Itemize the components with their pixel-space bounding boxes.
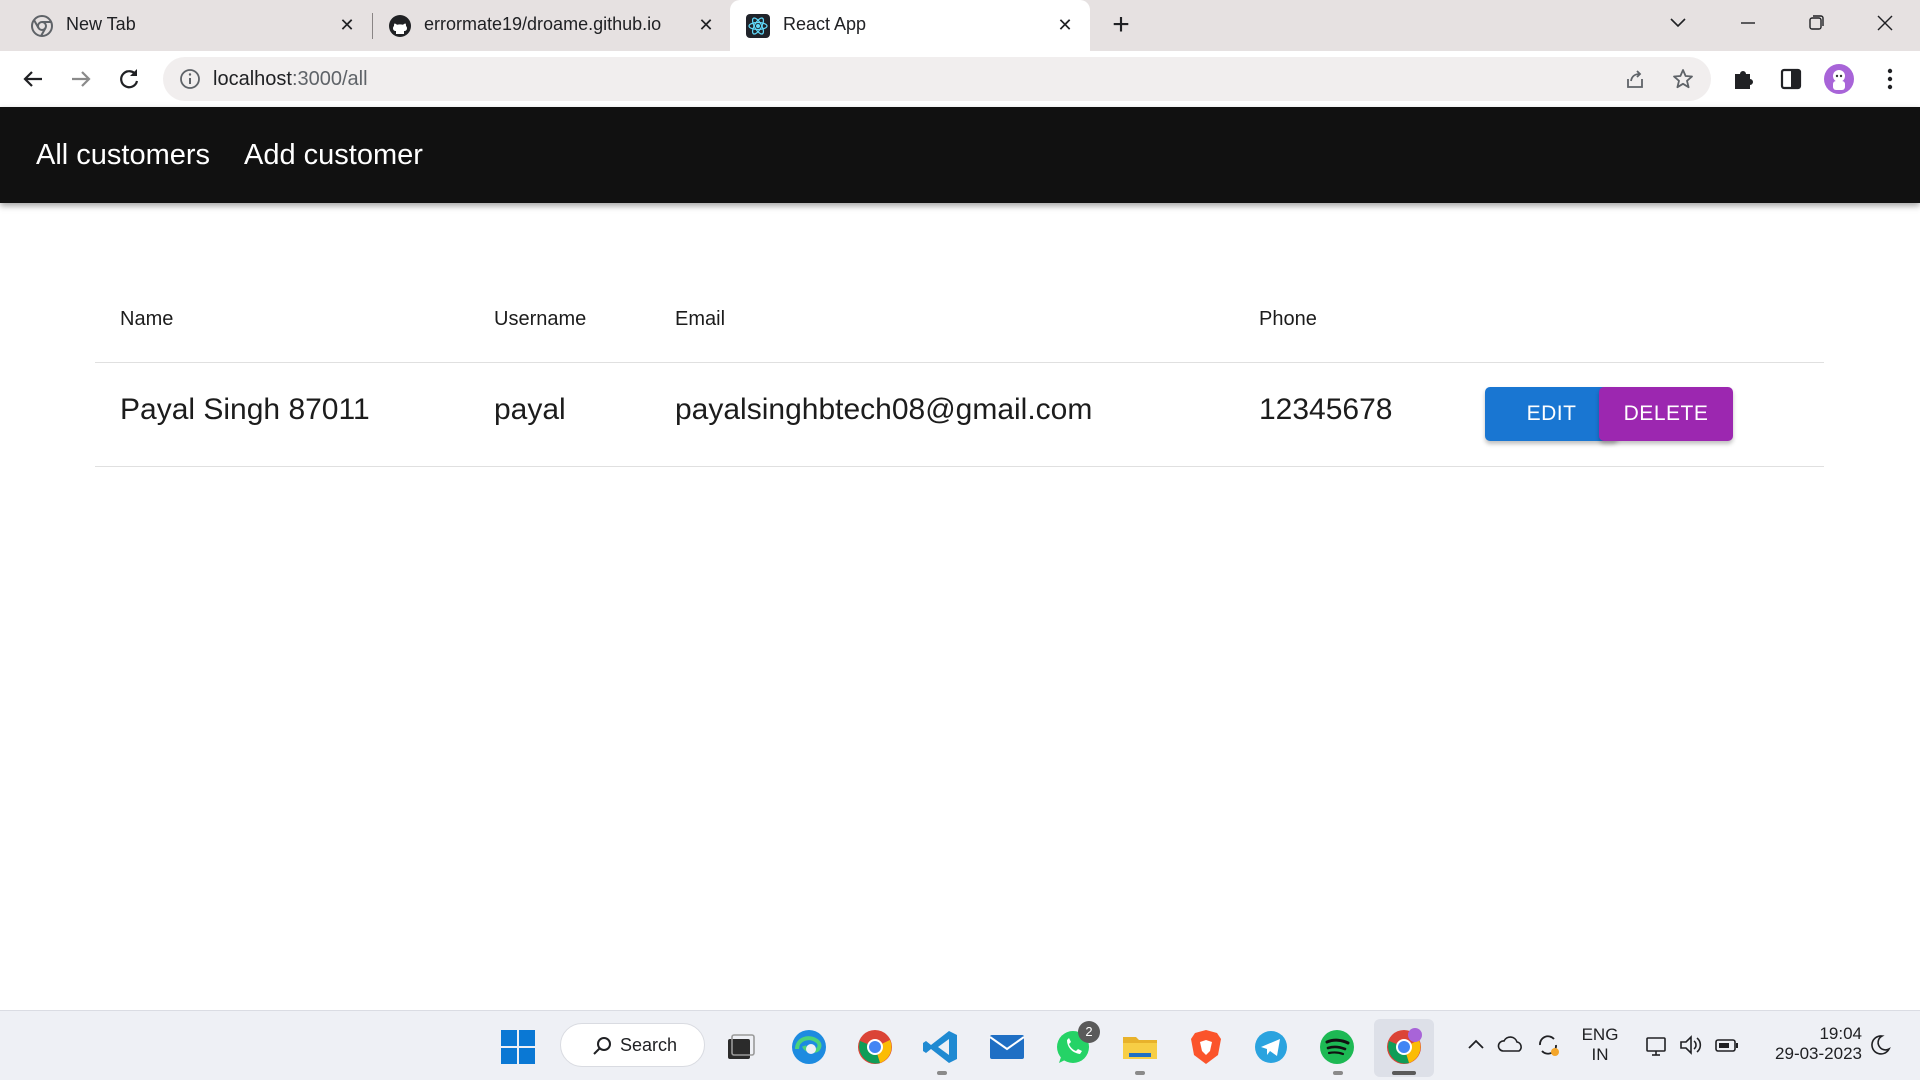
close-icon[interactable]: ✕ bbox=[1054, 14, 1076, 36]
clock[interactable]: 19:04 29-03-2023 bbox=[1752, 1024, 1862, 1064]
do-not-disturb-moon-icon[interactable] bbox=[1866, 1031, 1894, 1059]
share-icon[interactable] bbox=[1623, 67, 1647, 91]
battery-icon[interactable] bbox=[1713, 1031, 1741, 1059]
close-icon[interactable]: ✕ bbox=[695, 14, 717, 36]
network-icon[interactable] bbox=[1642, 1031, 1670, 1059]
nav-add-customer[interactable]: Add customer bbox=[244, 139, 423, 172]
address-bar[interactable]: localhost:3000/all bbox=[163, 57, 1711, 101]
spotify-icon[interactable] bbox=[1317, 1027, 1357, 1067]
forward-arrow-icon[interactable] bbox=[65, 63, 97, 95]
tab-title: React App bbox=[783, 14, 867, 34]
chrome-menu-icon[interactable] bbox=[1876, 65, 1904, 93]
windows-start-icon[interactable] bbox=[498, 1027, 538, 1067]
running-indicator bbox=[1333, 1071, 1343, 1075]
header-username: Username bbox=[494, 308, 587, 330]
url-text: localhost:3000/all bbox=[213, 68, 368, 91]
search-label: Search bbox=[620, 1035, 678, 1055]
region-code: IN bbox=[1591, 1045, 1609, 1064]
chrome-icon bbox=[31, 15, 53, 37]
reload-icon[interactable] bbox=[113, 63, 145, 95]
vscode-icon[interactable] bbox=[921, 1027, 961, 1067]
cell-email: payalsinghbtech08@gmail.com bbox=[675, 393, 1093, 426]
url-path: :3000/all bbox=[291, 68, 368, 90]
close-window-icon[interactable] bbox=[1867, 8, 1903, 38]
avatar-icon bbox=[1833, 70, 1845, 90]
minimize-icon[interactable] bbox=[1730, 8, 1766, 38]
clock-time: 19:04 bbox=[1819, 1024, 1862, 1043]
clock-date: 29-03-2023 bbox=[1775, 1044, 1862, 1063]
site-info-icon[interactable] bbox=[179, 68, 201, 90]
profile-avatar[interactable] bbox=[1824, 64, 1854, 94]
edge-icon[interactable] bbox=[789, 1027, 829, 1067]
tab-title: New Tab bbox=[66, 14, 136, 34]
tab-github[interactable]: errormate19/droame.github.io ✕ bbox=[380, 0, 730, 51]
windows-taskbar: Search 2 ENG IN 19:04 29-03-2023 bbox=[0, 1010, 1920, 1080]
table-divider bbox=[95, 362, 1824, 363]
header-name: Name bbox=[120, 308, 174, 330]
file-explorer-icon[interactable] bbox=[1120, 1027, 1160, 1067]
url-host: localhost bbox=[213, 68, 292, 90]
language-code: ENG bbox=[1581, 1025, 1619, 1044]
side-panel-icon[interactable] bbox=[1777, 65, 1805, 93]
taskbar-search[interactable]: Search bbox=[560, 1023, 705, 1067]
back-arrow-icon[interactable] bbox=[17, 63, 49, 95]
volume-icon[interactable] bbox=[1677, 1031, 1705, 1059]
delete-button[interactable]: DELETE bbox=[1599, 387, 1733, 441]
restore-icon[interactable] bbox=[1798, 8, 1834, 38]
onedrive-cloud-icon[interactable] bbox=[1497, 1031, 1525, 1059]
close-icon[interactable]: ✕ bbox=[336, 14, 358, 36]
extensions-puzzle-icon[interactable] bbox=[1729, 65, 1757, 93]
tab-react-app[interactable]: React App ✕ bbox=[730, 0, 1090, 51]
table-divider bbox=[95, 466, 1824, 467]
running-indicator bbox=[937, 1071, 947, 1075]
cell-name: Payal Singh 87011 bbox=[120, 393, 370, 426]
running-indicator-active bbox=[1392, 1071, 1416, 1075]
react-icon bbox=[746, 14, 770, 38]
nav-all-customers[interactable]: All customers bbox=[36, 139, 210, 172]
cell-phone: 12345678 bbox=[1259, 393, 1393, 426]
mail-icon[interactable] bbox=[987, 1027, 1027, 1067]
tab-separator bbox=[372, 13, 373, 39]
header-email: Email bbox=[675, 308, 726, 330]
cell-username: payal bbox=[494, 393, 566, 426]
new-tab-button[interactable]: + bbox=[1106, 10, 1136, 41]
chevron-up-icon[interactable] bbox=[1462, 1031, 1490, 1059]
brave-icon[interactable] bbox=[1186, 1027, 1226, 1067]
github-icon bbox=[389, 15, 411, 37]
whatsapp-badge: 2 bbox=[1078, 1021, 1100, 1043]
tab-new-tab[interactable]: New Tab ✕ bbox=[0, 0, 362, 51]
header-phone: Phone bbox=[1259, 308, 1317, 330]
app-header: All customers Add customer bbox=[0, 107, 1920, 203]
telegram-icon[interactable] bbox=[1251, 1027, 1291, 1067]
chrome-profile-app-icon[interactable] bbox=[1384, 1027, 1424, 1067]
language-indicator[interactable]: ENG IN bbox=[1578, 1025, 1622, 1065]
sync-icon[interactable] bbox=[1534, 1031, 1562, 1059]
chrome-app-icon[interactable] bbox=[855, 1027, 895, 1067]
task-view-icon[interactable] bbox=[720, 1027, 760, 1067]
running-indicator bbox=[1135, 1071, 1145, 1075]
browser-toolbar: localhost:3000/all bbox=[0, 51, 1920, 106]
tab-title: errormate19/droame.github.io bbox=[424, 14, 662, 34]
browser-tab-strip: New Tab ✕ errormate19/droame.github.io ✕… bbox=[0, 0, 1920, 51]
bookmark-star-icon[interactable] bbox=[1671, 67, 1695, 91]
search-icon bbox=[593, 1037, 611, 1055]
tab-search-chevron-icon[interactable] bbox=[1660, 8, 1696, 38]
